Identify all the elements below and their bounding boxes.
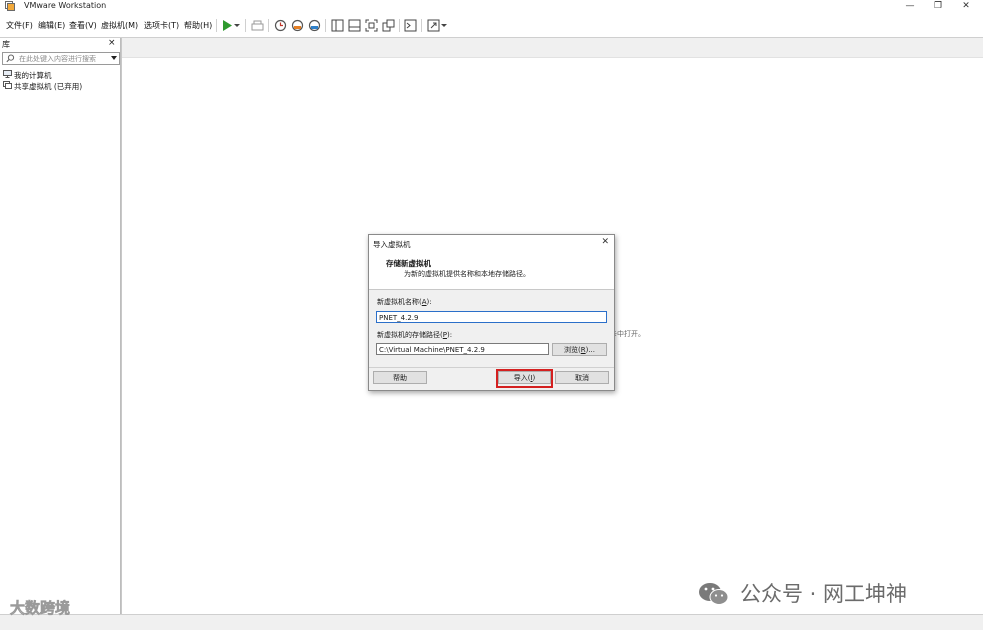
search-dropdown-icon[interactable] xyxy=(111,56,117,60)
menu-bar: 文件(F) 编辑(E) 查看(V) 虚拟机(M) 选项卡(T) 帮助(H) xyxy=(0,15,983,37)
dialog-title-bar: 导入虚拟机 ✕ xyxy=(369,235,614,252)
full-screen-icon[interactable] xyxy=(427,19,440,32)
dropdown-arrow-icon[interactable] xyxy=(233,19,241,32)
fit-guest-icon[interactable] xyxy=(365,19,378,32)
send-keys-icon[interactable] xyxy=(251,19,264,32)
console-icon[interactable] xyxy=(404,19,417,32)
cancel-button[interactable]: 取消 xyxy=(555,371,609,384)
vm-name-input[interactable]: PNET_4.2.9 xyxy=(376,311,607,323)
vm-path-label: 新虚拟机的存储路径(P): xyxy=(377,331,453,339)
dialog-close-button[interactable]: ✕ xyxy=(601,237,609,247)
menu-help[interactable]: 帮助(H) xyxy=(184,20,212,31)
search-placeholder: 在此处键入内容进行搜索 xyxy=(19,55,96,63)
title-bar: VMware Workstation — ❐ ✕ xyxy=(0,0,983,14)
background-hint-text: 卡中打开。 xyxy=(610,330,645,338)
thumbnail-bar-icon[interactable] xyxy=(348,19,361,32)
dialog-title: 导入虚拟机 xyxy=(373,240,411,249)
minimize-button[interactable]: — xyxy=(896,0,924,13)
tree-item-shared-vms[interactable]: 共享虚拟机 (已弃用) xyxy=(3,81,83,92)
library-header: 库 × xyxy=(0,38,120,50)
vm-path-input[interactable]: C:\Virtual Machine\PNET_4.2.9 xyxy=(376,343,549,355)
library-title: 库 xyxy=(2,40,10,49)
dialog-header: 存储新虚拟机 为新的虚拟机提供名称和本地存储路径。 xyxy=(369,252,614,290)
import-vm-dialog: 导入虚拟机 ✕ 存储新虚拟机 为新的虚拟机提供名称和本地存储路径。 新虚拟机名称… xyxy=(368,234,615,391)
toolbar-separator xyxy=(399,19,400,32)
snapshot-icon[interactable] xyxy=(274,19,287,32)
library-close-button[interactable]: × xyxy=(108,38,116,48)
menu-tabs[interactable]: 选项卡(T) xyxy=(144,20,179,31)
library-sidebar: 库 × 在此处键入内容进行搜索 我的计算机 共享虚拟机 (已弃用) xyxy=(0,38,121,618)
help-button[interactable]: 帮助 xyxy=(373,371,427,384)
tree-item-label: 共享虚拟机 (已弃用) xyxy=(14,82,83,91)
shared-vm-icon xyxy=(3,81,12,89)
tree-item-my-computer[interactable]: 我的计算机 xyxy=(3,70,52,81)
dialog-heading: 存储新虚拟机 xyxy=(386,259,431,268)
revert-snapshot-icon[interactable] xyxy=(291,19,304,32)
toolbar-separator xyxy=(421,19,422,32)
menu-vm[interactable]: 虚拟机(M) xyxy=(101,20,138,31)
menu-edit[interactable]: 编辑(E) xyxy=(38,20,65,31)
dialog-divider xyxy=(369,367,614,368)
watermark-right: 公众号 · 网工坤神 xyxy=(740,582,908,606)
import-button-highlight xyxy=(496,369,553,388)
unity-icon[interactable] xyxy=(382,19,395,32)
window-title: VMware Workstation xyxy=(24,1,107,10)
toolbar-separator xyxy=(325,19,326,32)
wechat-icon xyxy=(699,583,729,605)
search-icon xyxy=(6,54,15,63)
toolbar-separator xyxy=(245,19,246,32)
tree-item-label: 我的计算机 xyxy=(14,71,52,80)
computer-icon xyxy=(3,70,12,78)
watermark-left: 大数跨境 xyxy=(10,599,71,618)
menu-view[interactable]: 查看(V) xyxy=(69,20,97,31)
toolbar-separator xyxy=(216,19,217,32)
restore-button[interactable]: ❐ xyxy=(924,0,952,13)
manage-snapshots-icon[interactable] xyxy=(308,19,321,32)
library-view-icon[interactable] xyxy=(331,19,344,32)
vm-name-label: 新虚拟机名称(A): xyxy=(377,298,432,306)
tab-strip xyxy=(122,38,983,58)
status-bar xyxy=(0,614,983,630)
toolbar-separator xyxy=(268,19,269,32)
browse-button[interactable]: 浏览(R)... xyxy=(552,343,607,356)
menu-file[interactable]: 文件(F) xyxy=(6,20,33,31)
vmware-logo-icon xyxy=(5,1,15,11)
dialog-description: 为新的虚拟机提供名称和本地存储路径。 xyxy=(404,270,530,278)
close-window-button[interactable]: ✕ xyxy=(952,0,980,13)
full-screen-dropdown-icon[interactable] xyxy=(440,19,448,32)
library-search-input[interactable]: 在此处键入内容进行搜索 xyxy=(2,52,120,65)
